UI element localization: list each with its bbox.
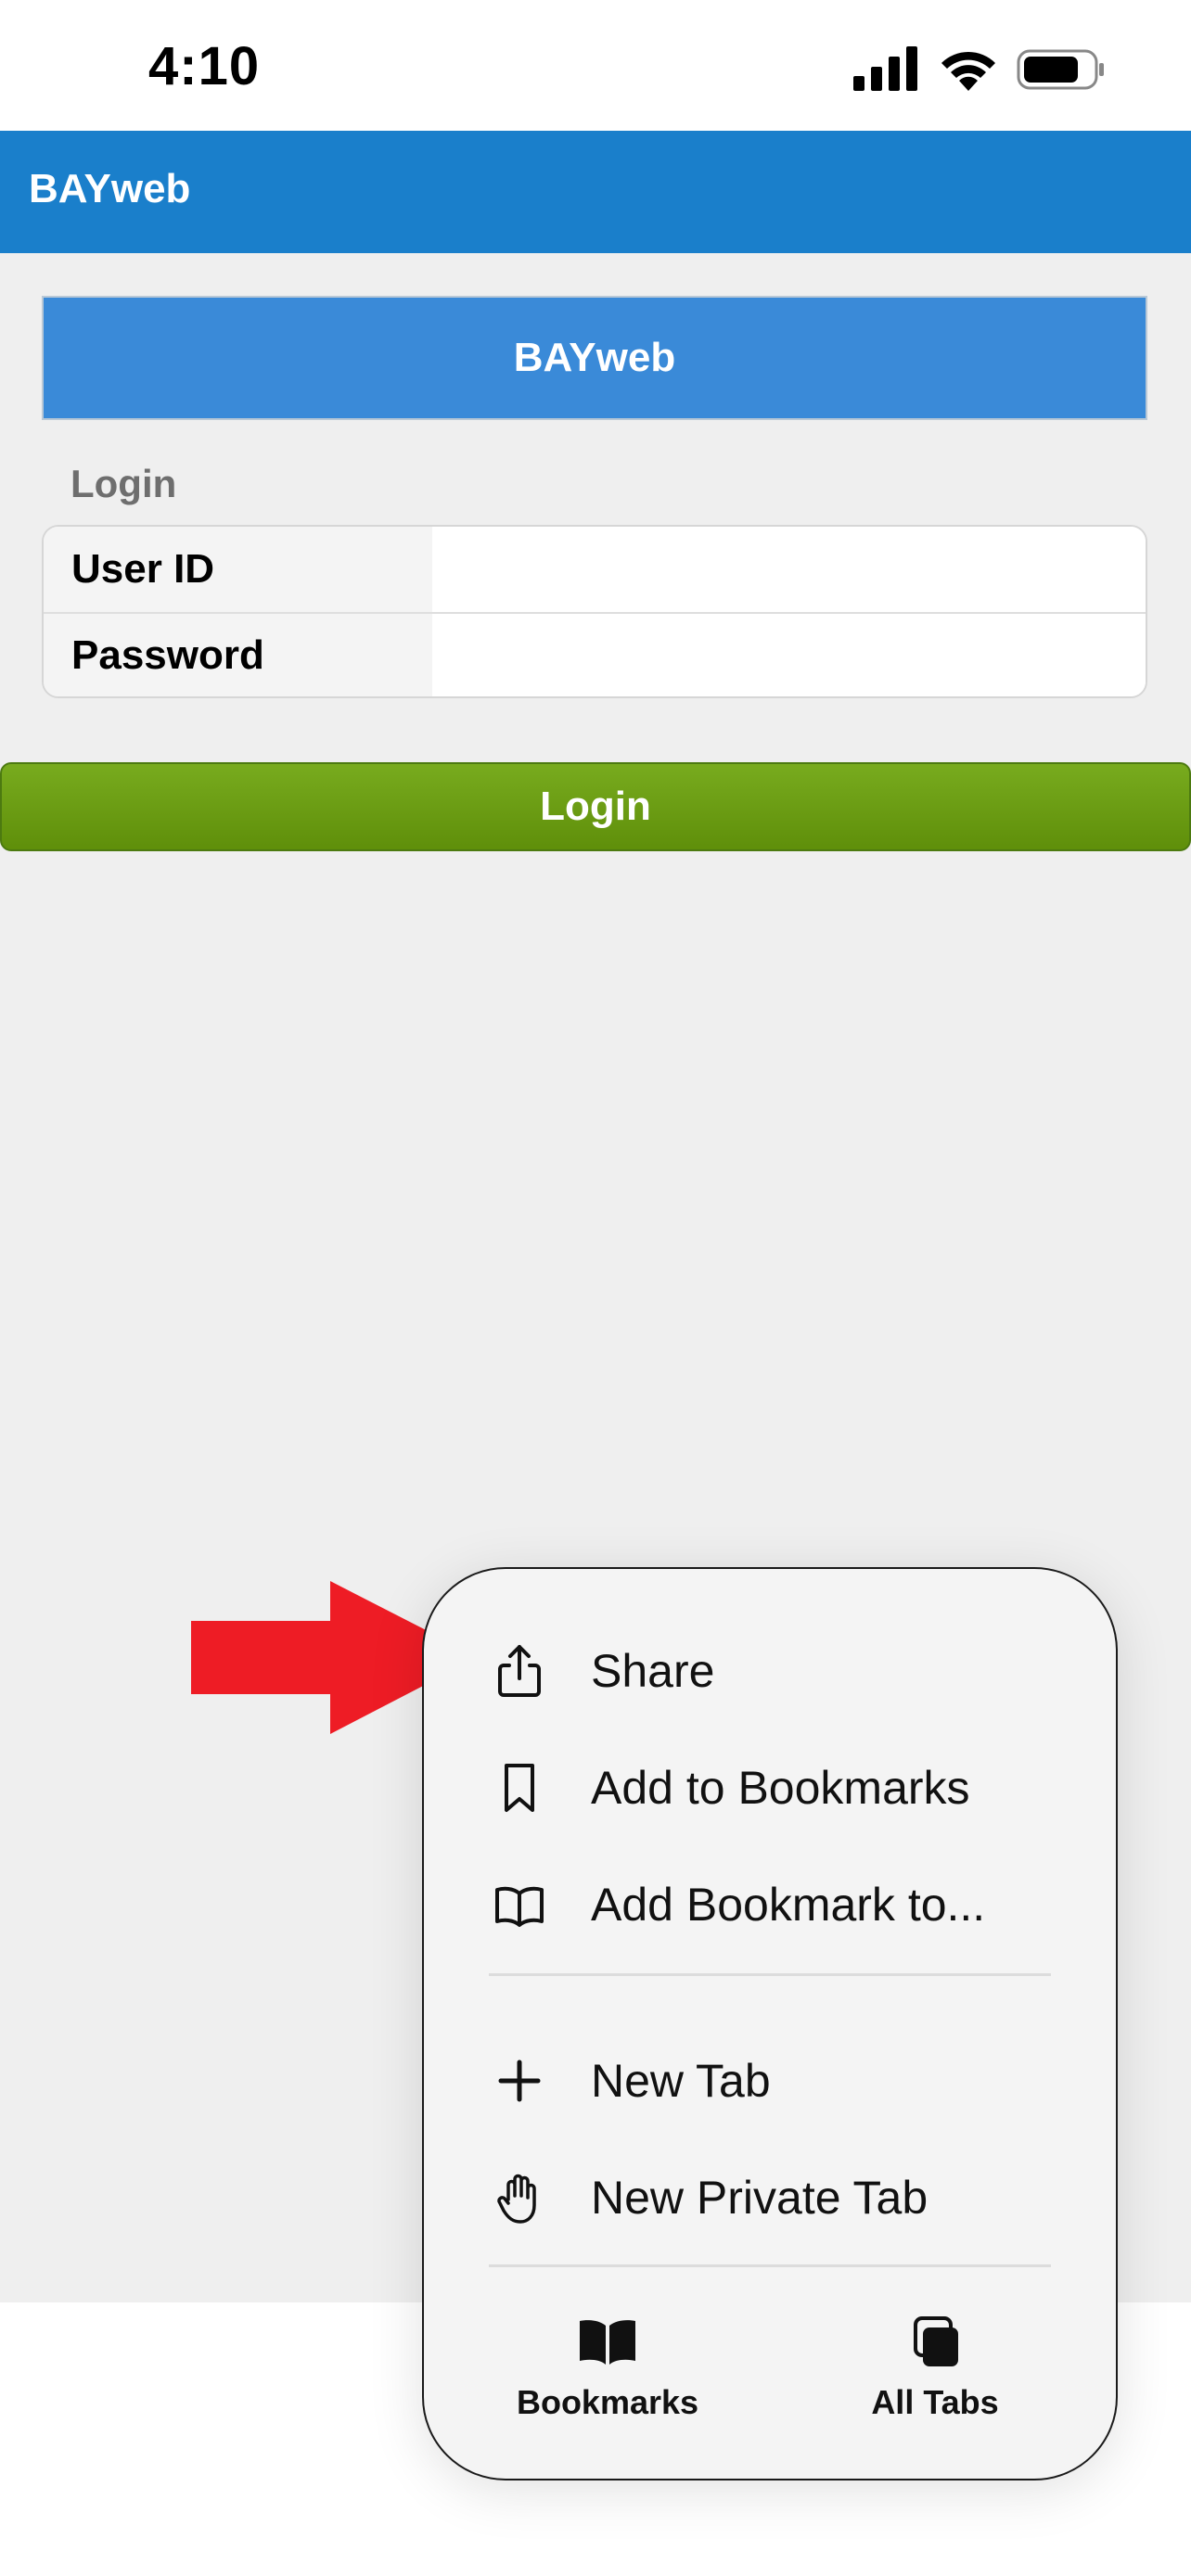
app-header: BAYweb bbox=[0, 131, 1191, 253]
user-id-row: User ID bbox=[44, 527, 1146, 612]
tabs-icon bbox=[914, 2316, 958, 2366]
login-form: User ID Password bbox=[42, 525, 1147, 698]
banner: BAYweb bbox=[42, 296, 1147, 420]
user-id-input[interactable] bbox=[432, 527, 1146, 612]
bookmarks-label: Bookmarks bbox=[516, 2383, 699, 2421]
all-tabs-button[interactable]: All Tabs bbox=[814, 2311, 1056, 2450]
plus-icon bbox=[494, 2053, 544, 2109]
bookmark-icon bbox=[494, 1760, 544, 1816]
login-button[interactable]: Login bbox=[0, 762, 1191, 851]
banner-title: BAYweb bbox=[513, 335, 676, 380]
menu-item-label: Share bbox=[591, 1645, 715, 1697]
password-label: Password bbox=[44, 614, 432, 696]
password-input[interactable] bbox=[432, 614, 1146, 696]
login-section-label: Login bbox=[70, 462, 177, 505]
cellular-signal-icon bbox=[853, 46, 917, 91]
menu-divider bbox=[489, 1973, 1051, 1976]
battery-icon bbox=[1017, 49, 1104, 90]
wifi-icon bbox=[941, 51, 995, 91]
user-id-label: User ID bbox=[44, 527, 432, 612]
menu-item-label: New Private Tab bbox=[591, 2172, 928, 2224]
menu-item-label: Add Bookmark to... bbox=[591, 1879, 986, 1931]
menu-item-new-private-tab[interactable]: New Private Tab bbox=[424, 2142, 1116, 2253]
status-bar: 4:10 bbox=[0, 0, 1191, 131]
all-tabs-label: All Tabs bbox=[871, 2383, 999, 2421]
menu-divider bbox=[489, 2264, 1051, 2267]
menu-item-new-tab[interactable]: New Tab bbox=[424, 2025, 1116, 2136]
context-menu: Share Add to Bookmarks Add Bookmark to..… bbox=[422, 1567, 1118, 2480]
menu-item-label: New Tab bbox=[591, 2055, 771, 2107]
book-filled-icon bbox=[580, 2320, 635, 2365]
share-icon bbox=[494, 1643, 544, 1699]
bookmarks-button[interactable]: Bookmarks bbox=[487, 2311, 728, 2450]
hand-icon bbox=[494, 2170, 544, 2225]
menu-item-label: Add to Bookmarks bbox=[591, 1762, 970, 1814]
status-time: 4:10 bbox=[148, 36, 261, 96]
book-open-icon bbox=[494, 1877, 544, 1932]
app-header-title: BAYweb bbox=[29, 166, 191, 211]
menu-item-add-to-bookmarks[interactable]: Add to Bookmarks bbox=[424, 1732, 1116, 1843]
password-row: Password bbox=[44, 612, 1146, 696]
menu-item-add-bookmark-to[interactable]: Add Bookmark to... bbox=[424, 1849, 1116, 1960]
menu-item-share[interactable]: Share bbox=[424, 1615, 1116, 1727]
